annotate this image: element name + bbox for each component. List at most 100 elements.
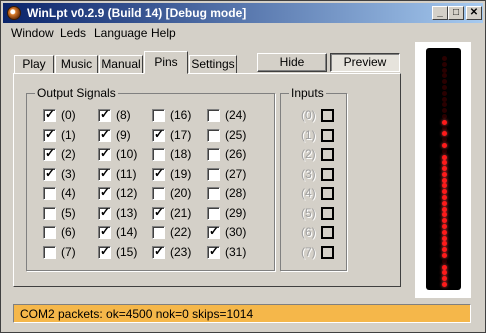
output-signal-checkbox[interactable] [43,245,56,259]
check-mark-icon: ✓ [209,243,220,258]
led-indicator [442,253,447,259]
output-signal-label: (11) [116,166,137,181]
led-indicator [442,90,447,96]
output-signal-checkbox[interactable] [207,109,220,122]
led-indicator [442,131,447,137]
led-indicator [442,102,447,108]
maximize-button[interactable]: □ [448,6,464,20]
output-signal-checkbox[interactable]: ✓ [43,165,56,181]
input-label: (7) [301,244,316,259]
output-signal-checkbox[interactable]: ✓ [152,166,165,181]
output-signal-label: (0) [61,108,76,122]
check-mark-icon: ✓ [100,185,111,199]
led-indicator [442,276,447,282]
led-indicator [442,119,447,125]
tab-music[interactable]: Music [55,55,98,74]
output-signal-checkbox[interactable] [43,187,56,200]
output-signal-checkbox[interactable]: ✓ [98,107,111,122]
input-indicator [321,245,334,259]
input-label: (6) [301,225,316,239]
check-mark-icon: ✓ [100,146,111,160]
output-signal-checkbox[interactable]: ✓ [152,205,165,220]
led-indicator [442,195,447,201]
tab-manual[interactable]: Manual [99,55,143,74]
output-signal-checkbox[interactable]: ✓ [207,224,220,239]
menu-bar: Window Leds Language Help [3,24,483,42]
pins-panel: Output Signals ✓ (0) ✓ (1) ✓ (2) ✓ (3) (4) (5) (6)… [13,73,401,287]
input-label: (3) [301,166,316,181]
led-indicator [442,96,447,102]
minimize-button[interactable]: _ [432,6,448,20]
check-mark-icon: ✓ [209,224,220,238]
led-indicator [442,166,447,172]
output-signal-checkbox[interactable] [152,109,165,122]
output-signal-label: (27) [225,166,247,181]
output-signal-checkbox[interactable]: ✓ [98,185,111,200]
hide-button[interactable]: Hide [257,53,327,72]
output-signal-checkbox[interactable]: ✓ [98,224,111,239]
preview-button[interactable]: Preview [330,53,400,72]
output-signal-checkbox[interactable] [152,187,165,200]
output-signal-label: (21) [170,205,192,220]
output-signal-checkbox[interactable]: ✓ [98,243,111,259]
check-mark-icon: ✓ [100,165,111,180]
output-signal-label: (24) [225,108,247,122]
check-mark-icon: ✓ [45,165,56,180]
output-signal-checkbox[interactable] [43,206,56,220]
output-signal-checkbox[interactable]: ✓ [152,243,165,259]
inputs-label: Inputs [289,86,326,100]
output-signals-label: Output Signals [35,86,118,100]
check-mark-icon: ✓ [100,107,111,121]
output-signal-checkbox[interactable] [207,128,220,142]
output-signal-checkbox[interactable]: ✓ [98,127,111,142]
led-indicator [442,189,447,195]
output-signal-checkbox[interactable] [152,148,165,161]
input-indicator [321,167,334,181]
output-signal-label: (29) [225,205,247,220]
close-button[interactable]: ✕ [466,6,482,20]
tab-pins[interactable]: Pins [144,51,188,74]
led-indicator [442,142,447,148]
output-signal-checkbox[interactable] [43,226,56,239]
led-indicator [442,84,447,90]
title-bar[interactable]: WinLpt v0.2.9 (Build 14) [Debug mode] _ … [3,3,483,23]
led-indicator [442,61,447,67]
output-signal-checkbox[interactable]: ✓ [43,146,56,161]
output-signal-checkbox[interactable]: ✓ [207,243,220,259]
output-signal-checkbox[interactable]: ✓ [98,205,111,220]
led-indicator [442,154,447,160]
output-signal-checkbox[interactable]: ✓ [152,127,165,142]
check-mark-icon: ✓ [100,243,111,258]
menu-language[interactable]: Language [94,26,147,40]
tab-settings[interactable]: Settings [189,55,237,74]
output-signal-checkbox[interactable] [207,206,220,220]
output-signal-checkbox[interactable] [207,167,220,181]
menu-help[interactable]: Help [151,26,176,40]
led-indicator [442,241,447,247]
output-signal-checkbox[interactable] [207,187,220,200]
output-signal-checkbox[interactable]: ✓ [43,107,56,122]
output-signal-label: (19) [170,166,192,181]
output-signal-checkbox[interactable]: ✓ [98,146,111,161]
input-indicator [321,187,334,200]
output-signal-checkbox[interactable] [152,226,165,239]
output-signal-label: (2) [61,147,76,161]
output-signal-label: (15) [116,244,138,259]
output-signal-checkbox[interactable] [207,148,220,161]
output-signal-label: (31) [225,244,247,259]
output-signal-checkbox[interactable]: ✓ [98,165,111,181]
led-indicator [442,212,447,218]
output-signal-label: (18) [170,147,192,161]
output-signal-checkbox[interactable]: ✓ [43,127,56,142]
inputs-group: Inputs (0) (1) (2) (3) (4) (5) (6) (7) [280,86,347,271]
input-label: (0) [301,108,316,122]
window-title: WinLpt v0.2.9 (Build 14) [Debug mode] [27,6,247,20]
check-mark-icon: ✓ [45,107,56,121]
led-indicator [442,235,447,241]
led-indicator [442,270,447,276]
menu-window[interactable]: Window [11,26,54,40]
tab-play[interactable]: Play [14,55,54,74]
led-indicator [442,218,447,224]
menu-leds[interactable]: Leds [60,26,86,40]
check-mark-icon: ✓ [154,243,165,258]
